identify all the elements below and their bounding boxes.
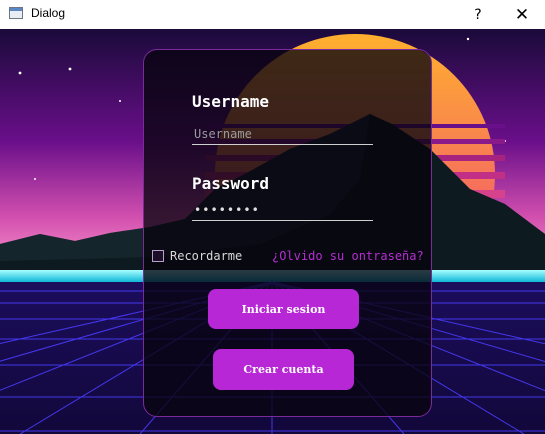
synthwave-background: Username Password Recordarme ¿Olvido su … — [0, 29, 545, 434]
remember-me[interactable]: Recordarme — [152, 249, 242, 263]
login-button[interactable]: Iniciar sesion — [208, 289, 359, 329]
password-input[interactable] — [192, 199, 373, 221]
title-bar: Dialog ? ✕ — [0, 0, 545, 29]
window-icon — [9, 7, 23, 19]
username-label: Username — [192, 92, 270, 111]
forgot-password-link[interactable]: ¿Olvido su ontraseña? — [272, 249, 424, 263]
window-title: Dialog — [31, 6, 66, 20]
password-label: Password — [192, 174, 270, 193]
help-button[interactable]: ? — [455, 0, 501, 29]
remember-label: Recordarme — [170, 249, 243, 263]
username-input[interactable] — [192, 123, 373, 145]
close-button[interactable]: ✕ — [499, 0, 545, 29]
register-button[interactable]: Crear cuenta — [213, 349, 354, 390]
remember-checkbox[interactable] — [152, 250, 164, 262]
dialog-window: Dialog ? ✕ Username Username Password ••… — [0, 0, 545, 434]
